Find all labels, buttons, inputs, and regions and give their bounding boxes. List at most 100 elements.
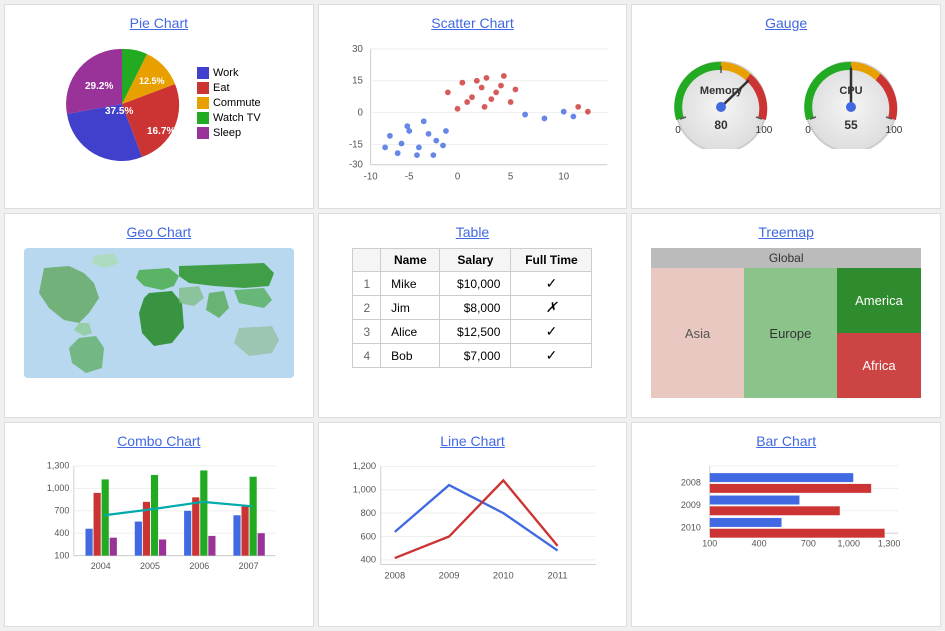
treemap-container: Global Asia Europe America Africa xyxy=(651,248,921,398)
combo-chart-svg: 1,300 1,000 700 400 100 2004 2005 2006 2… xyxy=(24,457,294,587)
svg-text:400: 400 xyxy=(54,528,69,538)
row1-num: 1 xyxy=(353,272,381,296)
cpu-gauge-svg: CPU 0 100 55 xyxy=(796,49,906,149)
svg-text:100: 100 xyxy=(702,539,717,549)
table-row: 4 Bob $7,000 ✓ xyxy=(353,344,592,368)
geo-map xyxy=(24,248,294,378)
svg-text:1,200: 1,200 xyxy=(353,461,376,471)
row3-num: 3 xyxy=(353,320,381,344)
svg-text:0: 0 xyxy=(455,171,460,182)
svg-text:700: 700 xyxy=(54,505,69,515)
gauges-container: Memory 0 100 80 xyxy=(666,49,906,149)
svg-text:1,000: 1,000 xyxy=(353,485,376,495)
line-chart-card: Line Chart 1,200 1,000 800 600 400 2008 … xyxy=(318,422,628,627)
geo-chart-card: Geo Chart xyxy=(4,213,314,418)
row4-num: 4 xyxy=(353,344,381,368)
treemap-america: America xyxy=(837,268,921,333)
svg-text:100: 100 xyxy=(886,125,903,136)
treemap-card: Treemap Global Asia Europe America Afric… xyxy=(631,213,941,418)
svg-text:15: 15 xyxy=(353,76,364,87)
row1-salary: $10,000 xyxy=(440,272,511,296)
svg-text:-5: -5 xyxy=(405,171,414,182)
svg-text:37.5%: 37.5% xyxy=(105,106,133,117)
svg-text:2005: 2005 xyxy=(140,561,160,571)
svg-text:-10: -10 xyxy=(364,171,378,182)
table-header-salary: Salary xyxy=(440,249,511,272)
combo-chart-card: Combo Chart 1,300 1,000 700 400 100 2004… xyxy=(4,422,314,627)
table-row: 1 Mike $10,000 ✓ xyxy=(353,272,592,296)
scatter-chart-card: Scatter Chart 30 15 0 -15 -30 -10 -5 0 5… xyxy=(318,4,628,209)
pie-legend: Work Eat Commute Watch TV Sleep xyxy=(197,67,261,142)
table-title[interactable]: Table xyxy=(456,224,489,240)
svg-text:800: 800 xyxy=(361,508,377,518)
combo-chart-title[interactable]: Combo Chart xyxy=(117,433,200,449)
pie-chart-container: 37.5% 29.2% 16.7% 12.5% Work Eat Commute… xyxy=(57,39,261,169)
svg-text:0: 0 xyxy=(805,125,811,136)
svg-text:2008: 2008 xyxy=(681,478,701,488)
svg-text:400: 400 xyxy=(752,539,767,549)
row4-name: Bob xyxy=(381,344,440,368)
data-table: Name Salary Full Time 1 Mike $10,000 ✓ 2… xyxy=(352,248,592,368)
svg-text:1,000: 1,000 xyxy=(47,483,69,493)
line-chart-title[interactable]: Line Chart xyxy=(440,433,505,449)
memory-gauge-svg: Memory 0 100 80 xyxy=(666,49,776,149)
legend-work: Work xyxy=(213,67,238,79)
svg-text:100: 100 xyxy=(756,125,773,136)
bar-chart-svg: 2008 2009 2010 100 400 700 1,000 1,300 xyxy=(651,457,921,587)
row2-fulltime: ✗ xyxy=(511,296,592,320)
bar-chart-title[interactable]: Bar Chart xyxy=(756,433,816,449)
treemap-europe: Europe xyxy=(744,268,837,398)
legend-sleep: Sleep xyxy=(213,127,241,139)
row2-num: 2 xyxy=(353,296,381,320)
row1-fulltime: ✓ xyxy=(511,272,592,296)
scatter-chart-title[interactable]: Scatter Chart xyxy=(431,15,513,31)
svg-text:2006: 2006 xyxy=(189,561,209,571)
table-row: 2 Jim $8,000 ✗ xyxy=(353,296,592,320)
row3-salary: $12,500 xyxy=(440,320,511,344)
svg-text:1,300: 1,300 xyxy=(878,539,900,549)
svg-text:2009: 2009 xyxy=(439,571,460,581)
treemap-global-label: Global xyxy=(651,248,921,268)
pie-chart-title[interactable]: Pie Chart xyxy=(130,15,188,31)
row2-name: Jim xyxy=(381,296,440,320)
row3-fulltime: ✓ xyxy=(511,320,592,344)
line-chart-svg: 1,200 1,000 800 600 400 2008 2009 2010 2… xyxy=(332,457,612,602)
treemap-title[interactable]: Treemap xyxy=(758,224,814,240)
treemap-africa: Africa xyxy=(837,333,921,398)
legend-watchtv: Watch TV xyxy=(213,112,261,124)
svg-text:700: 700 xyxy=(801,539,816,549)
row4-salary: $7,000 xyxy=(440,344,511,368)
pie-chart-card: Pie Chart 37.5% 29.2% 16.7% 12.5% W xyxy=(4,4,314,209)
bar-chart-card: Bar Chart 2008 2009 2010 100 400 700 1,0… xyxy=(631,422,941,627)
svg-text:-30: -30 xyxy=(349,160,363,171)
table-card: Table Name Salary Full Time 1 Mike $10,0… xyxy=(318,213,628,418)
svg-text:2010: 2010 xyxy=(681,523,701,533)
treemap-asia: Asia xyxy=(651,268,744,398)
treemap-right: America Africa xyxy=(837,268,921,398)
row3-name: Alice xyxy=(381,320,440,344)
gauge-title[interactable]: Gauge xyxy=(765,15,807,31)
table-header-num xyxy=(353,249,381,272)
row4-fulltime: ✓ xyxy=(511,344,592,368)
memory-gauge: Memory 0 100 80 xyxy=(666,49,776,149)
table-header-name: Name xyxy=(381,249,440,272)
svg-text:29.2%: 29.2% xyxy=(85,81,113,92)
table-row: 3 Alice $12,500 ✓ xyxy=(353,320,592,344)
svg-text:400: 400 xyxy=(361,555,377,565)
svg-text:5: 5 xyxy=(508,171,513,182)
svg-text:0: 0 xyxy=(675,125,681,136)
gauge-card: Gauge xyxy=(631,4,941,209)
svg-text:10: 10 xyxy=(559,171,570,182)
svg-text:2009: 2009 xyxy=(681,500,701,510)
geo-map-svg xyxy=(24,248,294,378)
row1-name: Mike xyxy=(381,272,440,296)
cpu-gauge: CPU 0 100 55 xyxy=(796,49,906,149)
svg-text:2010: 2010 xyxy=(493,571,514,581)
svg-text:Memory: Memory xyxy=(700,85,743,97)
svg-text:0: 0 xyxy=(358,108,363,119)
geo-chart-title[interactable]: Geo Chart xyxy=(127,224,192,240)
svg-text:600: 600 xyxy=(361,531,377,541)
svg-text:1,300: 1,300 xyxy=(47,461,69,471)
pie-chart-svg: 37.5% 29.2% 16.7% 12.5% xyxy=(57,39,187,169)
dashboard-grid: Pie Chart 37.5% 29.2% 16.7% 12.5% W xyxy=(0,0,945,631)
